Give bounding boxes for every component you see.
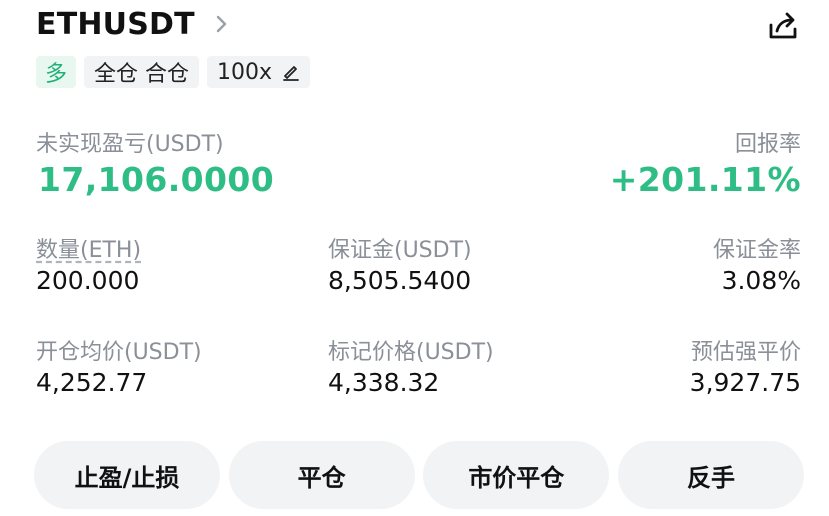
close-position-button[interactable]: 平仓 (228, 441, 415, 509)
pencil-icon[interactable] (282, 63, 300, 81)
roe-value: +201.11% (609, 160, 801, 199)
side-badge: 多 (36, 56, 77, 88)
mark-price-value: 4,338.32 (328, 368, 440, 397)
market-close-button[interactable]: 市价平仓 (423, 441, 610, 509)
position-tags: 多 全仓 合仓 100x (36, 56, 311, 88)
reverse-position-button[interactable]: 反手 (617, 441, 804, 509)
leverage-badge[interactable]: 100x (207, 56, 311, 88)
quantity-value: 200.000 (36, 266, 140, 295)
margin-value: 8,505.5400 (328, 266, 472, 295)
roe-label: 回报率 (734, 132, 801, 157)
position-card: ETHUSDT 多 全仓 合仓 100x 未实现盈亏(USDT) 17,106.… (0, 0, 829, 516)
tp-sl-button[interactable]: 止盈/止损 (34, 441, 220, 509)
symbol-title[interactable]: ETHUSDT (36, 7, 195, 42)
chevron-right-icon[interactable] (213, 15, 231, 33)
mark-price-label: 标记价格(USDT) (328, 340, 494, 365)
liquidation-price-label: 预估强平价 (690, 340, 801, 365)
margin-mode-badge[interactable]: 全仓 合仓 (84, 56, 200, 88)
quantity-label[interactable]: 数量(ETH) (36, 232, 141, 264)
margin-label: 保证金(USDT) (328, 238, 472, 263)
unrealized-pnl-value: 17,106.0000 (38, 160, 275, 199)
entry-price-value: 4,252.77 (36, 368, 148, 397)
margin-ratio-label: 保证金率 (712, 238, 801, 263)
entry-price-label: 开仓均价(USDT) (36, 340, 202, 365)
share-icon[interactable] (765, 8, 801, 44)
leverage-value: 100x (217, 59, 273, 85)
margin-ratio-value: 3.08% (721, 266, 801, 295)
position-header[interactable]: ETHUSDT (36, 6, 231, 42)
unrealized-pnl-label: 未实现盈亏(USDT) (36, 132, 224, 157)
liquidation-price-value: 3,927.75 (689, 368, 801, 397)
action-buttons: 止盈/止损 平仓 市价平仓 反手 (34, 441, 804, 509)
